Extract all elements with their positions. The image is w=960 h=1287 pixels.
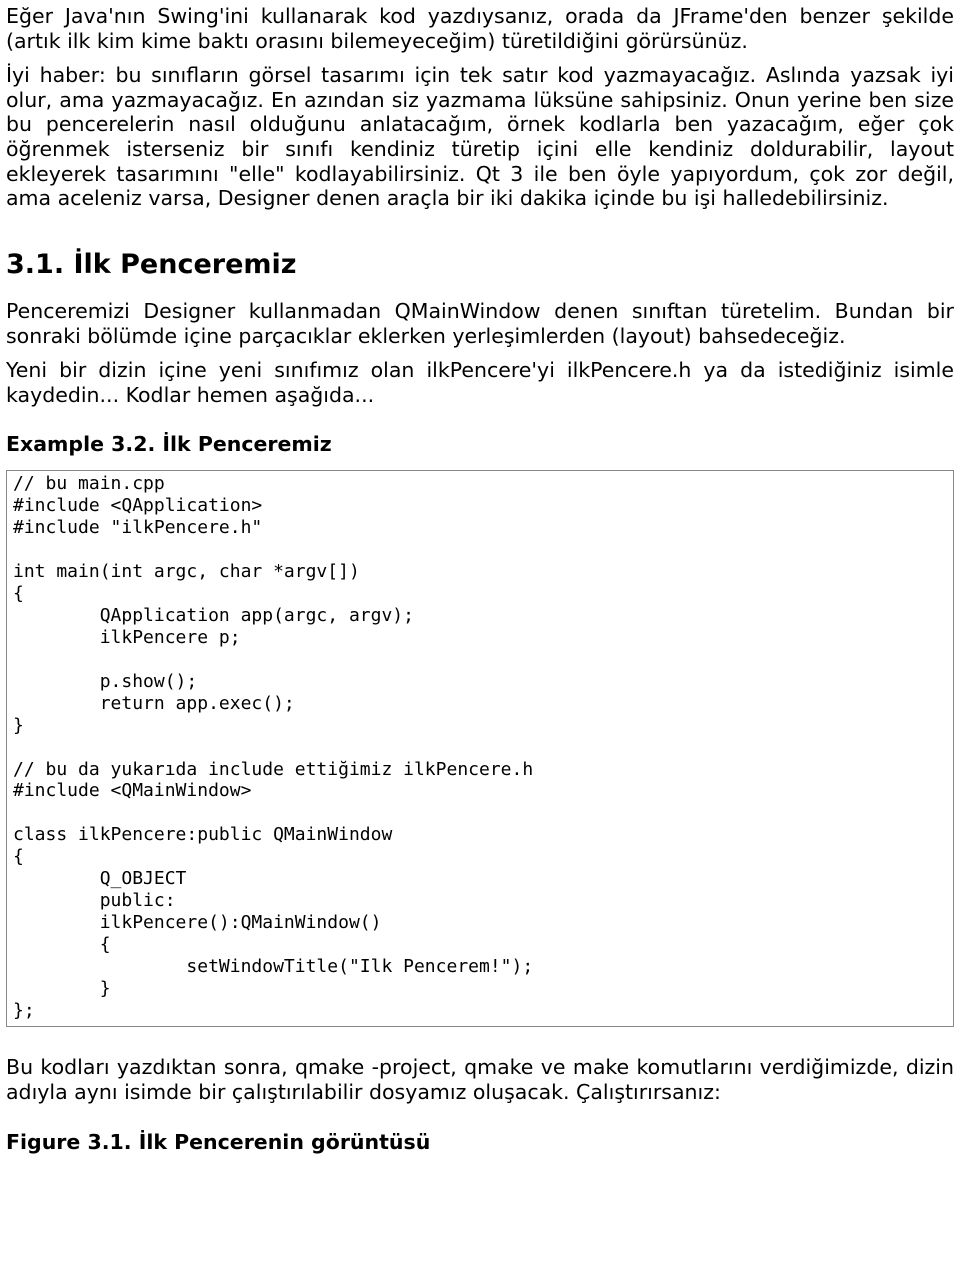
- paragraph-2: İyi haber: bu sınıfların görsel tasarımı…: [6, 63, 954, 211]
- figure-title-3-1: Figure 3.1. İlk Pencerenin görüntüsü: [6, 1130, 954, 1155]
- paragraph-1: Eğer Java'nın Swing'ini kullanarak kod y…: [6, 4, 954, 53]
- paragraph-4: Yeni bir dizin içine yeni sınıfımız olan…: [6, 358, 954, 407]
- section-heading-3-1: 3.1. İlk Penceremiz: [6, 249, 954, 281]
- paragraph-3: Penceremizi Designer kullanmadan QMainWi…: [6, 299, 954, 348]
- example-title-3-2: Example 3.2. İlk Penceremiz: [6, 432, 954, 457]
- paragraph-5: Bu kodları yazdıktan sonra, qmake -proje…: [6, 1055, 954, 1104]
- code-block-example-3-2: // bu main.cpp #include <QApplication> #…: [6, 470, 954, 1027]
